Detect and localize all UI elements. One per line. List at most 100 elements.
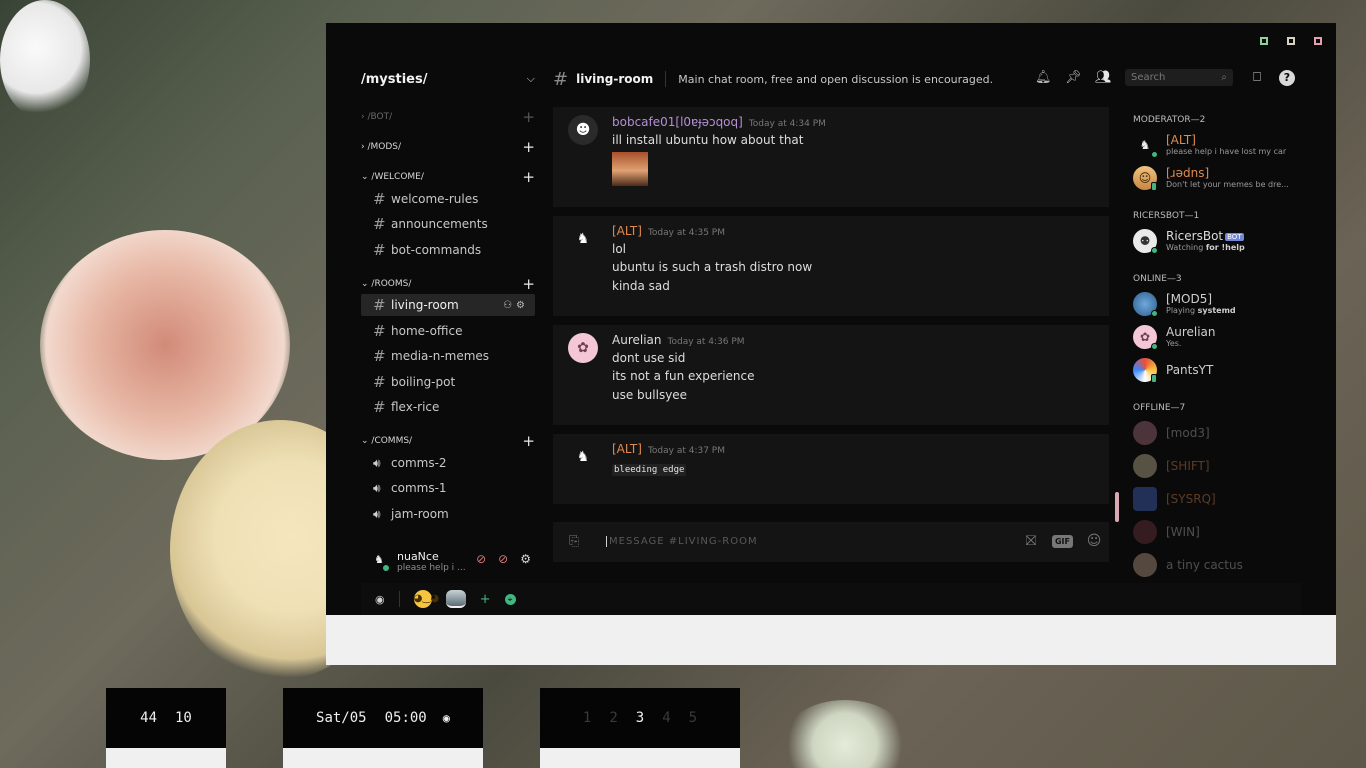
channel-home-office[interactable]: # home-office <box>361 320 535 342</box>
member-name: [WIN] <box>1166 525 1200 539</box>
member-item[interactable]: [WIN] <box>1133 518 1303 548</box>
server-header[interactable]: /mysties/ ⌵ <box>361 67 535 91</box>
image-attachment[interactable] <box>612 152 648 186</box>
server-icon-emoji[interactable]: ◕‿◕ <box>413 590 439 608</box>
header-toolbar: 🔔︎ 📌︎ 👥︎ Search ⌕ ⎕ ? <box>1035 69 1295 86</box>
workspace-3[interactable]: 3 <box>636 710 644 726</box>
gif-icon[interactable]: GIF <box>1051 534 1073 548</box>
add-channel-icon[interactable]: + <box>522 138 535 156</box>
time-text: 05:00 <box>384 710 427 726</box>
minimize-button[interactable] <box>1260 37 1268 45</box>
message-scrollbar[interactable] <box>1115 492 1119 522</box>
message-composer[interactable]: ⎘ MESSAGE #LIVING-ROOM ⛝ GIF ☺ <box>553 522 1109 562</box>
member-item[interactable]: ⚉ RicersBot BOT Watching for !help <box>1133 227 1303 257</box>
workspace-4[interactable]: 4 <box>662 710 670 726</box>
message-text: dont use sid <box>612 351 686 365</box>
add-channel-icon[interactable]: + <box>522 168 535 186</box>
member-item[interactable]: [SHIFT] <box>1133 452 1303 482</box>
member-item[interactable]: [MOD5] Playing systemd <box>1133 290 1303 320</box>
category-label: › /BOT/ <box>361 112 393 122</box>
member-group-moderator: MODERATOR—2 <box>1133 115 1206 125</box>
channel-media-n-memes[interactable]: # media-n-memes <box>361 345 535 367</box>
channel-boiling-pot[interactable]: # boiling-pot <box>361 371 535 393</box>
channel-label: home-office <box>391 324 463 338</box>
workspace-5[interactable]: 5 <box>689 710 697 726</box>
avatar <box>1133 520 1157 544</box>
maximize-button[interactable] <box>1287 37 1295 45</box>
workspace-1[interactable]: 1 <box>583 710 591 726</box>
custom-status: please help i ... <box>397 563 466 573</box>
message-input[interactable]: MESSAGE #LIVING-ROOM <box>606 536 758 547</box>
timestamp: Today at 4:36 PM <box>667 337 745 347</box>
mute-mic-icon[interactable]: ⊘ <box>476 552 486 566</box>
server-icon-mysties[interactable] <box>445 590 466 608</box>
settings-icon[interactable]: ⚙ <box>516 300 529 311</box>
member-item[interactable]: ☺ [ɹǝdns] Don't let your memes be dre... <box>1133 164 1303 194</box>
member-item[interactable]: ✿ Aurelian Yes. <box>1133 323 1303 353</box>
category-rooms[interactable]: ⌄ /ROOMS/ + <box>361 275 535 293</box>
message-author[interactable]: [ALT] Today at 4:35 PM <box>612 224 725 238</box>
members-icon[interactable]: 👥︎ <box>1095 70 1112 85</box>
avatar[interactable]: ♞ <box>568 224 598 254</box>
member-name: [ɹǝdns] <box>1166 166 1210 180</box>
category-mods[interactable]: › /MODS/ + <box>361 138 535 156</box>
explore-servers-icon[interactable]: ⌖ <box>504 593 516 605</box>
message-author[interactable]: bobcafe01[l0ɐɟǝɔqoq] Today at 4:34 PM <box>612 115 826 129</box>
help-icon[interactable]: ? <box>1279 69 1295 86</box>
pin-icon[interactable]: 📌︎ <box>1065 70 1082 85</box>
add-server-icon[interactable]: + <box>480 592 491 607</box>
window-footer <box>326 615 1336 665</box>
invite-icon[interactable]: ⚇ <box>503 300 516 311</box>
category-comms[interactable]: ⌄ /COMMS/ + <box>361 432 535 450</box>
voice-channel-comms-2[interactable]: 🔊︎ comms-2 <box>361 452 535 474</box>
online-status-dot <box>1151 343 1158 350</box>
workspaces-panel: 1 2 3 4 5 <box>540 688 740 748</box>
channel-welcome-rules[interactable]: # welcome-rules <box>361 188 535 210</box>
discord-home-icon[interactable]: ◉ <box>375 593 385 606</box>
discord-icon[interactable]: ◉ <box>443 711 450 725</box>
add-channel-icon[interactable]: + <box>522 432 535 450</box>
add-channel-icon[interactable]: + <box>522 108 535 126</box>
deafen-icon[interactable]: ⊘ <box>498 552 508 566</box>
voice-channel-comms-1[interactable]: 🔊︎ comms-1 <box>361 477 535 499</box>
member-item[interactable]: ♞ [ALT] please help i have lost my car <box>1133 131 1303 161</box>
member-item[interactable]: PantsYT <box>1133 356 1303 386</box>
channel-announcements[interactable]: # announcements <box>361 213 535 235</box>
gift-icon[interactable]: ⛝ <box>1022 533 1040 549</box>
search-input[interactable]: Search ⌕ <box>1125 69 1233 86</box>
message: ♞ [ALT] Today at 4:35 PM lol ubuntu is su… <box>553 216 1109 316</box>
member-name: PantsYT <box>1166 363 1214 377</box>
member-name: [SYSRQ] <box>1166 492 1216 506</box>
background-flower-green <box>780 700 910 768</box>
channel-bot-commands[interactable]: # bot-commands <box>361 239 535 261</box>
workspace-2[interactable]: 2 <box>609 710 617 726</box>
inbox-icon[interactable]: ⎕ <box>1249 70 1265 85</box>
channel-flex-rice[interactable]: # flex-rice <box>361 396 535 418</box>
close-button[interactable] <box>1314 37 1322 45</box>
hash-icon: # <box>373 398 386 416</box>
message-author[interactable]: Aurelian Today at 4:36 PM <box>612 333 745 347</box>
message-text: kinda sad <box>612 279 670 293</box>
message-author[interactable]: [ALT] Today at 4:37 PM <box>612 442 725 456</box>
category-welcome[interactable]: ⌄ /WELCOME/ + <box>361 168 535 186</box>
panel-underline <box>283 748 483 768</box>
member-item[interactable]: [SYSRQ] <box>1133 485 1303 515</box>
category-bot[interactable]: › /BOT/ + <box>361 108 535 126</box>
add-channel-icon[interactable]: + <box>522 275 535 293</box>
message-text: ill install ubuntu how about that <box>612 133 804 147</box>
bell-icon[interactable]: 🔔︎ <box>1035 70 1052 85</box>
member-item[interactable]: a tiny cactus <box>1133 551 1303 581</box>
channel-living-room[interactable]: # living-room ⚇⚙ <box>361 294 535 316</box>
voice-channel-jam-room[interactable]: 🔊︎ jam-room <box>361 503 535 525</box>
member-item[interactable]: [mod3] <box>1133 419 1303 449</box>
search-icon: ⌕ <box>1221 72 1227 83</box>
gear-icon[interactable]: ⚙ <box>520 552 531 566</box>
attach-icon[interactable]: ⎘ <box>569 534 579 549</box>
avatar[interactable]: ✿ <box>568 333 598 363</box>
member-name: a tiny cactus <box>1166 558 1243 572</box>
avatar[interactable]: ♞ <box>568 442 598 472</box>
message-text: its not a fun experience <box>612 369 755 383</box>
emoji-icon[interactable]: ☺ <box>1085 533 1103 549</box>
avatar[interactable]: ☻ <box>568 115 598 145</box>
member-name: RicersBot BOT <box>1166 229 1244 243</box>
